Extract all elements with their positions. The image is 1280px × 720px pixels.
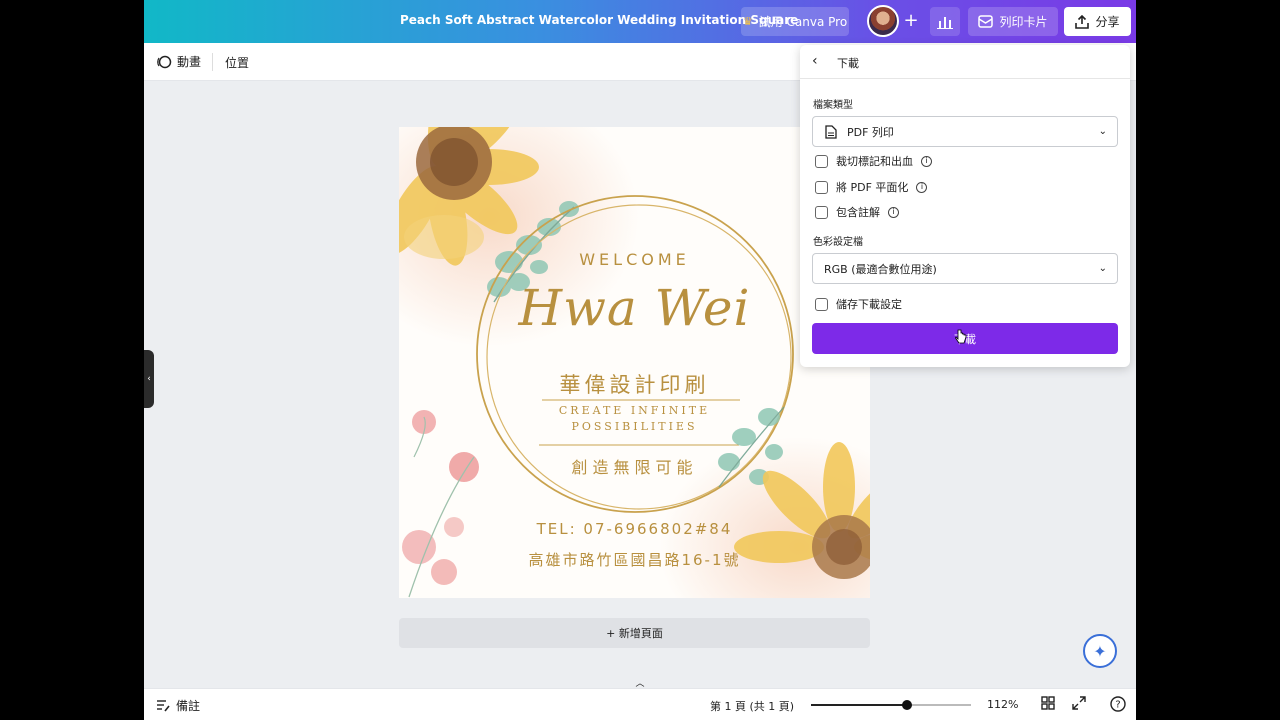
back-chevron-icon[interactable]: ‹	[812, 53, 818, 69]
sparkle-icon: ✦	[1093, 641, 1107, 661]
animate-button[interactable]: 動畫	[156, 53, 201, 70]
magic-sparkle-button[interactable]: ✦	[1083, 634, 1117, 668]
include-notes-label: 包含註解	[836, 206, 880, 219]
add-page-button[interactable]: + 新增頁面	[399, 618, 870, 648]
checkbox-box[interactable]	[815, 205, 828, 219]
crop-marks-label: 裁切標記和出血	[836, 155, 913, 168]
slogan-chinese-text[interactable]: 創造無限可能	[399, 454, 870, 478]
zoom-slider[interactable]	[811, 700, 971, 710]
share-label: 分享	[1095, 15, 1120, 29]
chevron-down-icon: ⌄	[1098, 126, 1107, 137]
share-button[interactable]: 分享	[1064, 7, 1131, 36]
color-profile-value: RGB (最適合數位用途)	[824, 262, 937, 276]
crown-icon: ♛	[742, 15, 753, 28]
address-text[interactable]: 高雄市路竹區國昌路16-1號	[399, 549, 870, 570]
include-notes-checkbox[interactable]: 包含註解 i	[815, 204, 899, 220]
collapse-panel-tab[interactable]: ‹	[144, 350, 154, 408]
top-bar: Peach Soft Abstract Watercolor Wedding I…	[144, 0, 1136, 43]
checkbox-box[interactable]	[815, 154, 828, 168]
color-profile-select[interactable]: RGB (最適合數位用途) ⌄	[812, 253, 1118, 284]
download-panel-title: 下載	[837, 57, 859, 70]
try-pro-label: 試用 Canva Pro	[758, 15, 848, 29]
checkbox-box[interactable]	[815, 297, 828, 311]
slogan-line-1[interactable]: CREATE INFINITE	[399, 404, 870, 417]
avatar[interactable]	[867, 5, 899, 37]
print-card-label: 列印卡片	[999, 15, 1048, 29]
fullscreen-icon[interactable]	[1072, 696, 1086, 714]
document-icon	[825, 124, 837, 139]
chevron-left-icon: ‹	[147, 374, 151, 384]
brand-name-text[interactable]: 華偉設計印刷	[399, 369, 870, 399]
save-settings-checkbox[interactable]: 儲存下載設定	[815, 296, 902, 312]
zoom-slider-handle[interactable]	[902, 700, 912, 710]
card-icon	[978, 15, 994, 28]
crop-marks-checkbox[interactable]: 裁切標記和出血 i	[815, 153, 932, 169]
file-type-label: 檔案類型	[813, 100, 853, 111]
upload-icon	[1075, 14, 1090, 29]
add-member-button[interactable]: +	[901, 10, 921, 31]
page-indicator[interactable]: 第 1 頁 (共 1 頁)	[710, 698, 794, 714]
document-title[interactable]: Peach Soft Abstract Watercolor Wedding I…	[400, 13, 798, 27]
notes-label: 備註	[176, 699, 201, 713]
position-button[interactable]: 位置	[225, 54, 249, 71]
info-icon[interactable]: i	[916, 181, 928, 193]
print-card-button[interactable]: 列印卡片	[968, 7, 1058, 36]
download-panel-header: ‹ 下載	[800, 45, 1130, 79]
bottom-bar: 備註 第 1 頁 (共 1 頁) 112% ?	[144, 688, 1136, 720]
help-icon[interactable]: ?	[1110, 696, 1126, 716]
canva-editor: Peach Soft Abstract Watercolor Wedding I…	[144, 0, 1136, 720]
insights-button[interactable]	[930, 7, 960, 36]
bar-chart-icon	[937, 16, 953, 29]
download-panel: ‹ 下載 檔案類型 PDF 列印 ⌄ 裁切標記和出血 i 將 PDF 平面化 i…	[800, 45, 1130, 367]
chevron-up-icon[interactable]: ︿	[631, 676, 649, 689]
zoom-slider-fill	[811, 704, 907, 706]
mouse-cursor-icon	[955, 329, 967, 344]
color-profile-label: 色彩設定檔	[813, 237, 863, 248]
info-icon[interactable]: i	[921, 155, 932, 167]
toolbar-divider	[212, 53, 213, 71]
flatten-label: 將 PDF 平面化	[836, 181, 909, 194]
grid-view-icon[interactable]	[1041, 696, 1055, 714]
file-type-select[interactable]: PDF 列印 ⌄	[812, 116, 1118, 147]
animate-label: 動畫	[177, 55, 202, 69]
slogan-line-2[interactable]: POSSIBILITIES	[399, 420, 870, 433]
animate-icon	[157, 55, 172, 68]
zoom-level[interactable]: 112%	[987, 698, 1018, 711]
info-icon[interactable]: i	[888, 206, 899, 218]
file-type-value: PDF 列印	[847, 125, 894, 139]
notes-button[interactable]: 備註	[156, 697, 200, 714]
svg-text:?: ?	[1115, 700, 1120, 711]
telephone-text[interactable]: TEL: 07-6966802#84	[399, 520, 870, 538]
chevron-down-icon: ⌄	[1098, 263, 1107, 274]
save-settings-label: 儲存下載設定	[836, 298, 902, 311]
flatten-pdf-checkbox[interactable]: 將 PDF 平面化 i	[815, 179, 928, 195]
checkbox-box[interactable]	[815, 180, 828, 194]
notes-icon	[157, 700, 170, 712]
try-canva-pro-button[interactable]: ♛ 試用 Canva Pro	[741, 7, 849, 36]
